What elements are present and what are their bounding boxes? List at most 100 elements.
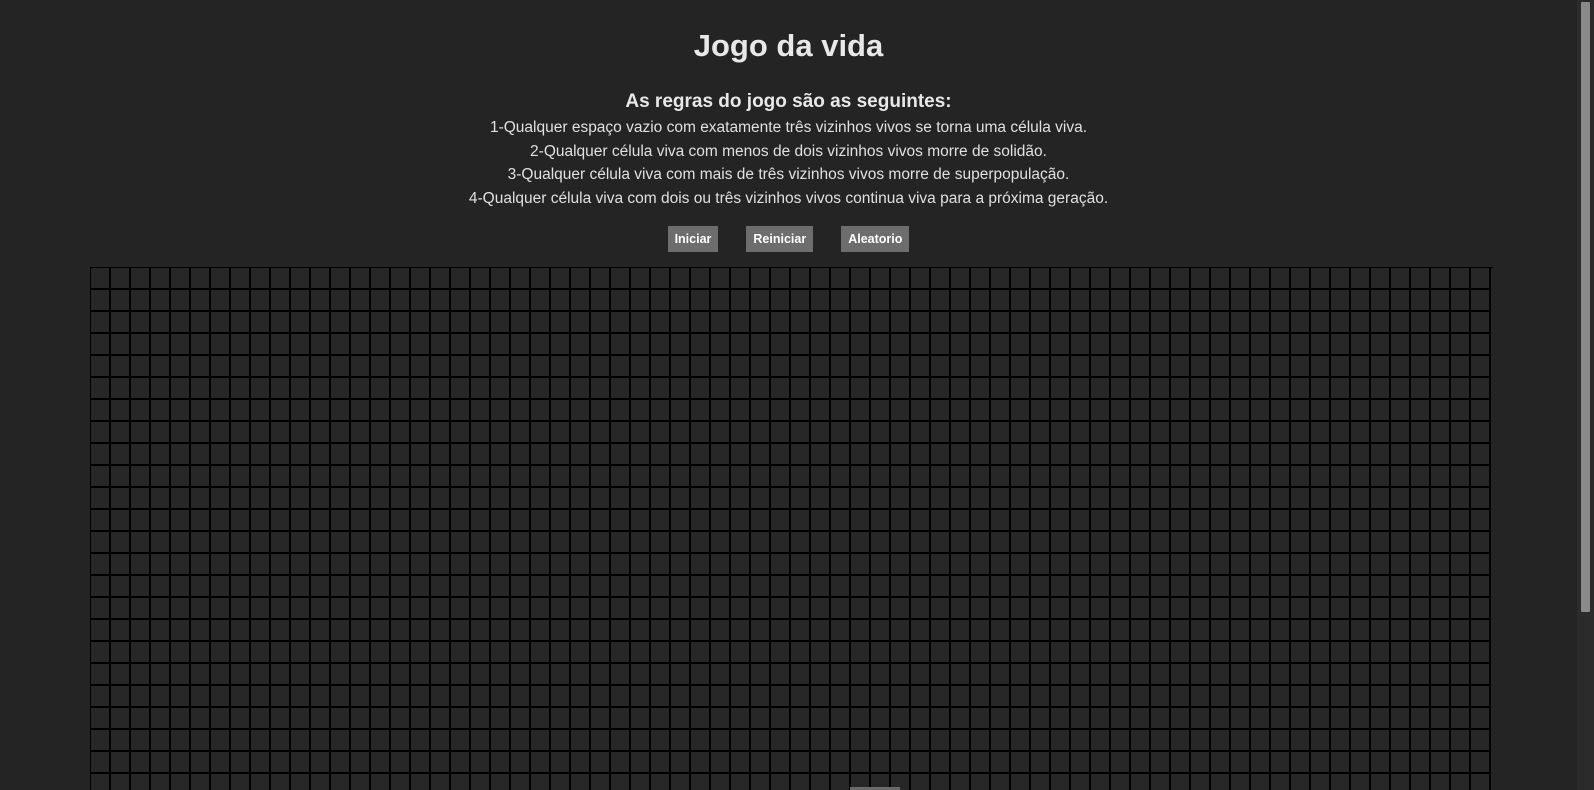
grid-cell[interactable] [371,620,391,642]
grid-cell[interactable] [1291,730,1311,752]
grid-cell[interactable] [1391,620,1411,642]
grid-cell[interactable] [371,312,391,334]
grid-cell[interactable] [1251,774,1271,790]
grid-cell[interactable] [411,686,431,708]
grid-cell[interactable] [1091,422,1111,444]
grid-cell[interactable] [1151,532,1171,554]
grid-cell[interactable] [651,532,671,554]
grid-cell[interactable] [1271,730,1291,752]
grid-cell[interactable] [391,334,411,356]
grid-cell[interactable] [291,290,311,312]
grid-cell[interactable] [151,488,171,510]
grid-cell[interactable] [1251,466,1271,488]
grid-cell[interactable] [1331,620,1351,642]
grid-cell[interactable] [91,444,111,466]
grid-cell[interactable] [331,752,351,774]
grid-cell[interactable] [491,510,511,532]
grid-cell[interactable] [891,378,911,400]
grid-cell[interactable] [131,752,151,774]
grid-cell[interactable] [751,334,771,356]
grid-cell[interactable] [1171,752,1191,774]
grid-cell[interactable] [911,708,931,730]
grid-cell[interactable] [1331,312,1351,334]
grid-cell[interactable] [151,400,171,422]
grid-cell[interactable] [351,334,371,356]
grid-cell[interactable] [511,378,531,400]
grid-cell[interactable] [451,356,471,378]
grid-cell[interactable] [1431,774,1451,790]
grid-cell[interactable] [751,510,771,532]
grid-cell[interactable] [1311,356,1331,378]
grid-cell[interactable] [1011,598,1031,620]
grid-cell[interactable] [971,532,991,554]
grid-cell[interactable] [1131,378,1151,400]
grid-cell[interactable] [471,378,491,400]
grid-cell[interactable] [1071,686,1091,708]
grid-cell[interactable] [371,576,391,598]
grid-cell[interactable] [111,378,131,400]
grid-cell[interactable] [1471,752,1491,774]
grid-cell[interactable] [451,686,471,708]
grid-cell[interactable] [691,466,711,488]
grid-cell[interactable] [571,686,591,708]
grid-cell[interactable] [1131,488,1151,510]
grid-cell[interactable] [571,334,591,356]
grid-cell[interactable] [1251,510,1271,532]
grid-cell[interactable] [1131,554,1151,576]
grid-cell[interactable] [891,752,911,774]
grid-cell[interactable] [91,466,111,488]
grid-cell[interactable] [911,532,931,554]
grid-cell[interactable] [1351,488,1371,510]
grid-cell[interactable] [1131,510,1151,532]
grid-cell[interactable] [971,598,991,620]
grid-cell[interactable] [1111,532,1131,554]
grid-cell[interactable] [151,356,171,378]
grid-cell[interactable] [751,620,771,642]
grid-cell[interactable] [771,708,791,730]
grid-cell[interactable] [1031,334,1051,356]
grid-cell[interactable] [1351,576,1371,598]
grid-cell[interactable] [1311,532,1331,554]
grid-cell[interactable] [991,752,1011,774]
grid-cell[interactable] [451,290,471,312]
grid-cell[interactable] [931,708,951,730]
grid-cell[interactable] [1371,422,1391,444]
grid-cell[interactable] [111,620,131,642]
grid-cell[interactable] [571,598,591,620]
grid-cell[interactable] [1051,598,1071,620]
grid-cell[interactable] [431,312,451,334]
grid-cell[interactable] [651,378,671,400]
grid-cell[interactable] [671,686,691,708]
grid-cell[interactable] [1331,752,1351,774]
grid-cell[interactable] [951,554,971,576]
grid-cell[interactable] [231,290,251,312]
grid-cell[interactable] [291,576,311,598]
grid-cell[interactable] [751,532,771,554]
grid-cell[interactable] [1471,686,1491,708]
grid-cell[interactable] [731,466,751,488]
grid-cell[interactable] [751,730,771,752]
grid-cell[interactable] [111,356,131,378]
grid-cell[interactable] [831,356,851,378]
grid-cell[interactable] [831,378,851,400]
grid-cell[interactable] [451,312,471,334]
grid-cell[interactable] [891,686,911,708]
grid-cell[interactable] [631,708,651,730]
grid-cell[interactable] [731,598,751,620]
grid-cell[interactable] [1471,290,1491,312]
grid-cell[interactable] [871,730,891,752]
grid-cell[interactable] [411,554,431,576]
grid-cell[interactable] [391,752,411,774]
grid-cell[interactable] [791,334,811,356]
grid-cell[interactable] [171,664,191,686]
grid-cell[interactable] [1391,752,1411,774]
grid-cell[interactable] [1051,664,1071,686]
grid-cell[interactable] [431,444,451,466]
grid-cell[interactable] [171,774,191,790]
grid-cell[interactable] [1011,730,1031,752]
grid-cell[interactable] [331,422,351,444]
grid-cell[interactable] [1051,774,1071,790]
grid-cell[interactable] [231,444,251,466]
grid-cell[interactable] [1031,510,1051,532]
grid-cell[interactable] [211,510,231,532]
